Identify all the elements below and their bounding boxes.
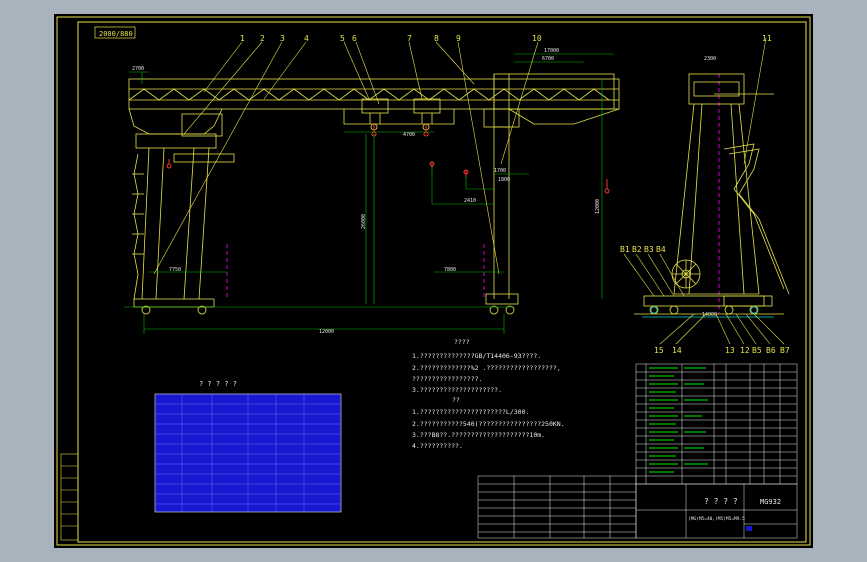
callout-3: 3 (280, 34, 285, 43)
dim-inner-a: 1700 (494, 168, 506, 174)
callout-10: 10 (532, 34, 542, 43)
title-block-code: MG932 (760, 498, 781, 506)
dim-right-under: 7800 (444, 267, 456, 273)
title-tag: 2000/880 (99, 30, 133, 38)
callout-4: 4 (304, 34, 309, 43)
callout-b5: B5 (752, 346, 762, 355)
callout-1: 1 (240, 34, 245, 43)
notes-heading: ???? (454, 338, 470, 346)
dim-top-left: 2700 (132, 66, 144, 72)
title-block-sub: (MG)M5=40,(M5)M5=M9.5 (688, 516, 745, 522)
callout-2: 2 (260, 34, 265, 43)
cad-drawing: 2000/880 1 2 3 4 5 6 7 8 9 10 11 2700 17… (56, 16, 811, 546)
dim-upper-right-b: 6700 (542, 56, 554, 62)
note-line-7: 2.???????????540(????????????????250KN. (412, 420, 565, 428)
note-line-5: ?? (452, 396, 460, 404)
callout-9: 9 (456, 34, 461, 43)
callout-12: 12 (740, 346, 750, 355)
title-block-swatch (746, 526, 752, 531)
dim-upper-right-a: 17000 (544, 48, 559, 54)
note-line-6: 1.??????????????????????L/300. (412, 408, 529, 416)
technical-notes: ???? 1.??????????????GB/T14406-93????. 2… (412, 338, 565, 450)
callout-leaders-bottom (623, 253, 785, 345)
dimension-lines (124, 53, 614, 334)
callout-5: 5 (340, 34, 345, 43)
dim-right-height: 12000 (595, 199, 601, 214)
callout-b1: B1 (620, 245, 630, 254)
dim-trolley-span: 4700 (403, 132, 415, 138)
dim-inner-b: 2410 (464, 198, 476, 204)
note-line-1: 1.??????????????GB/T14406-93????. (412, 352, 541, 360)
callout-8: 8 (434, 34, 439, 43)
callouts-top: 1 2 3 4 5 6 7 8 9 10 11 (240, 34, 772, 43)
callout-b3: B3 (644, 245, 654, 254)
dim-left-under: 7750 (169, 267, 181, 273)
callout-13: 13 (725, 346, 735, 355)
red-accents (166, 124, 610, 194)
callout-b4: B4 (656, 245, 666, 254)
callout-b6: B6 (766, 346, 776, 355)
note-line-2: 2.?????????????%2 .??????????????????, (412, 364, 561, 372)
note-line-3: ?????????????????. (412, 375, 482, 383)
title-block-name: ? ? ? ? (704, 497, 738, 506)
dim-side-top: 2300 (704, 56, 716, 62)
callout-11: 11 (762, 34, 772, 43)
margin-block (60, 453, 79, 541)
param-table-title: ? ? ? ? ? (199, 380, 237, 388)
note-line-8: 3.???B8??.????????????????????10m. (412, 431, 545, 439)
drawing-sheet: 2000/880 1 2 3 4 5 6 7 8 9 10 11 2700 17… (54, 14, 813, 548)
gantry-side-view (634, 73, 790, 315)
callout-leaders (153, 37, 767, 275)
dim-rail-span: 12000 (319, 329, 334, 335)
callout-b7: B7 (780, 346, 790, 355)
note-line-9: 4.??????????. (412, 442, 463, 450)
dim-height-main: 26000 (361, 214, 367, 229)
callout-14: 14 (672, 346, 682, 355)
note-line-4: 3.????????????????????. (412, 386, 502, 394)
param-table (154, 393, 342, 513)
dim-inner-c: 1800 (498, 177, 510, 183)
centerlines (226, 74, 720, 314)
callout-6: 6 (352, 34, 357, 43)
dimension-texts: 2700 17000 6700 2300 4700 26000 12000 17… (132, 48, 717, 335)
callout-15: 15 (654, 346, 664, 355)
callout-b2: B2 (632, 245, 642, 254)
callout-7: 7 (407, 34, 412, 43)
